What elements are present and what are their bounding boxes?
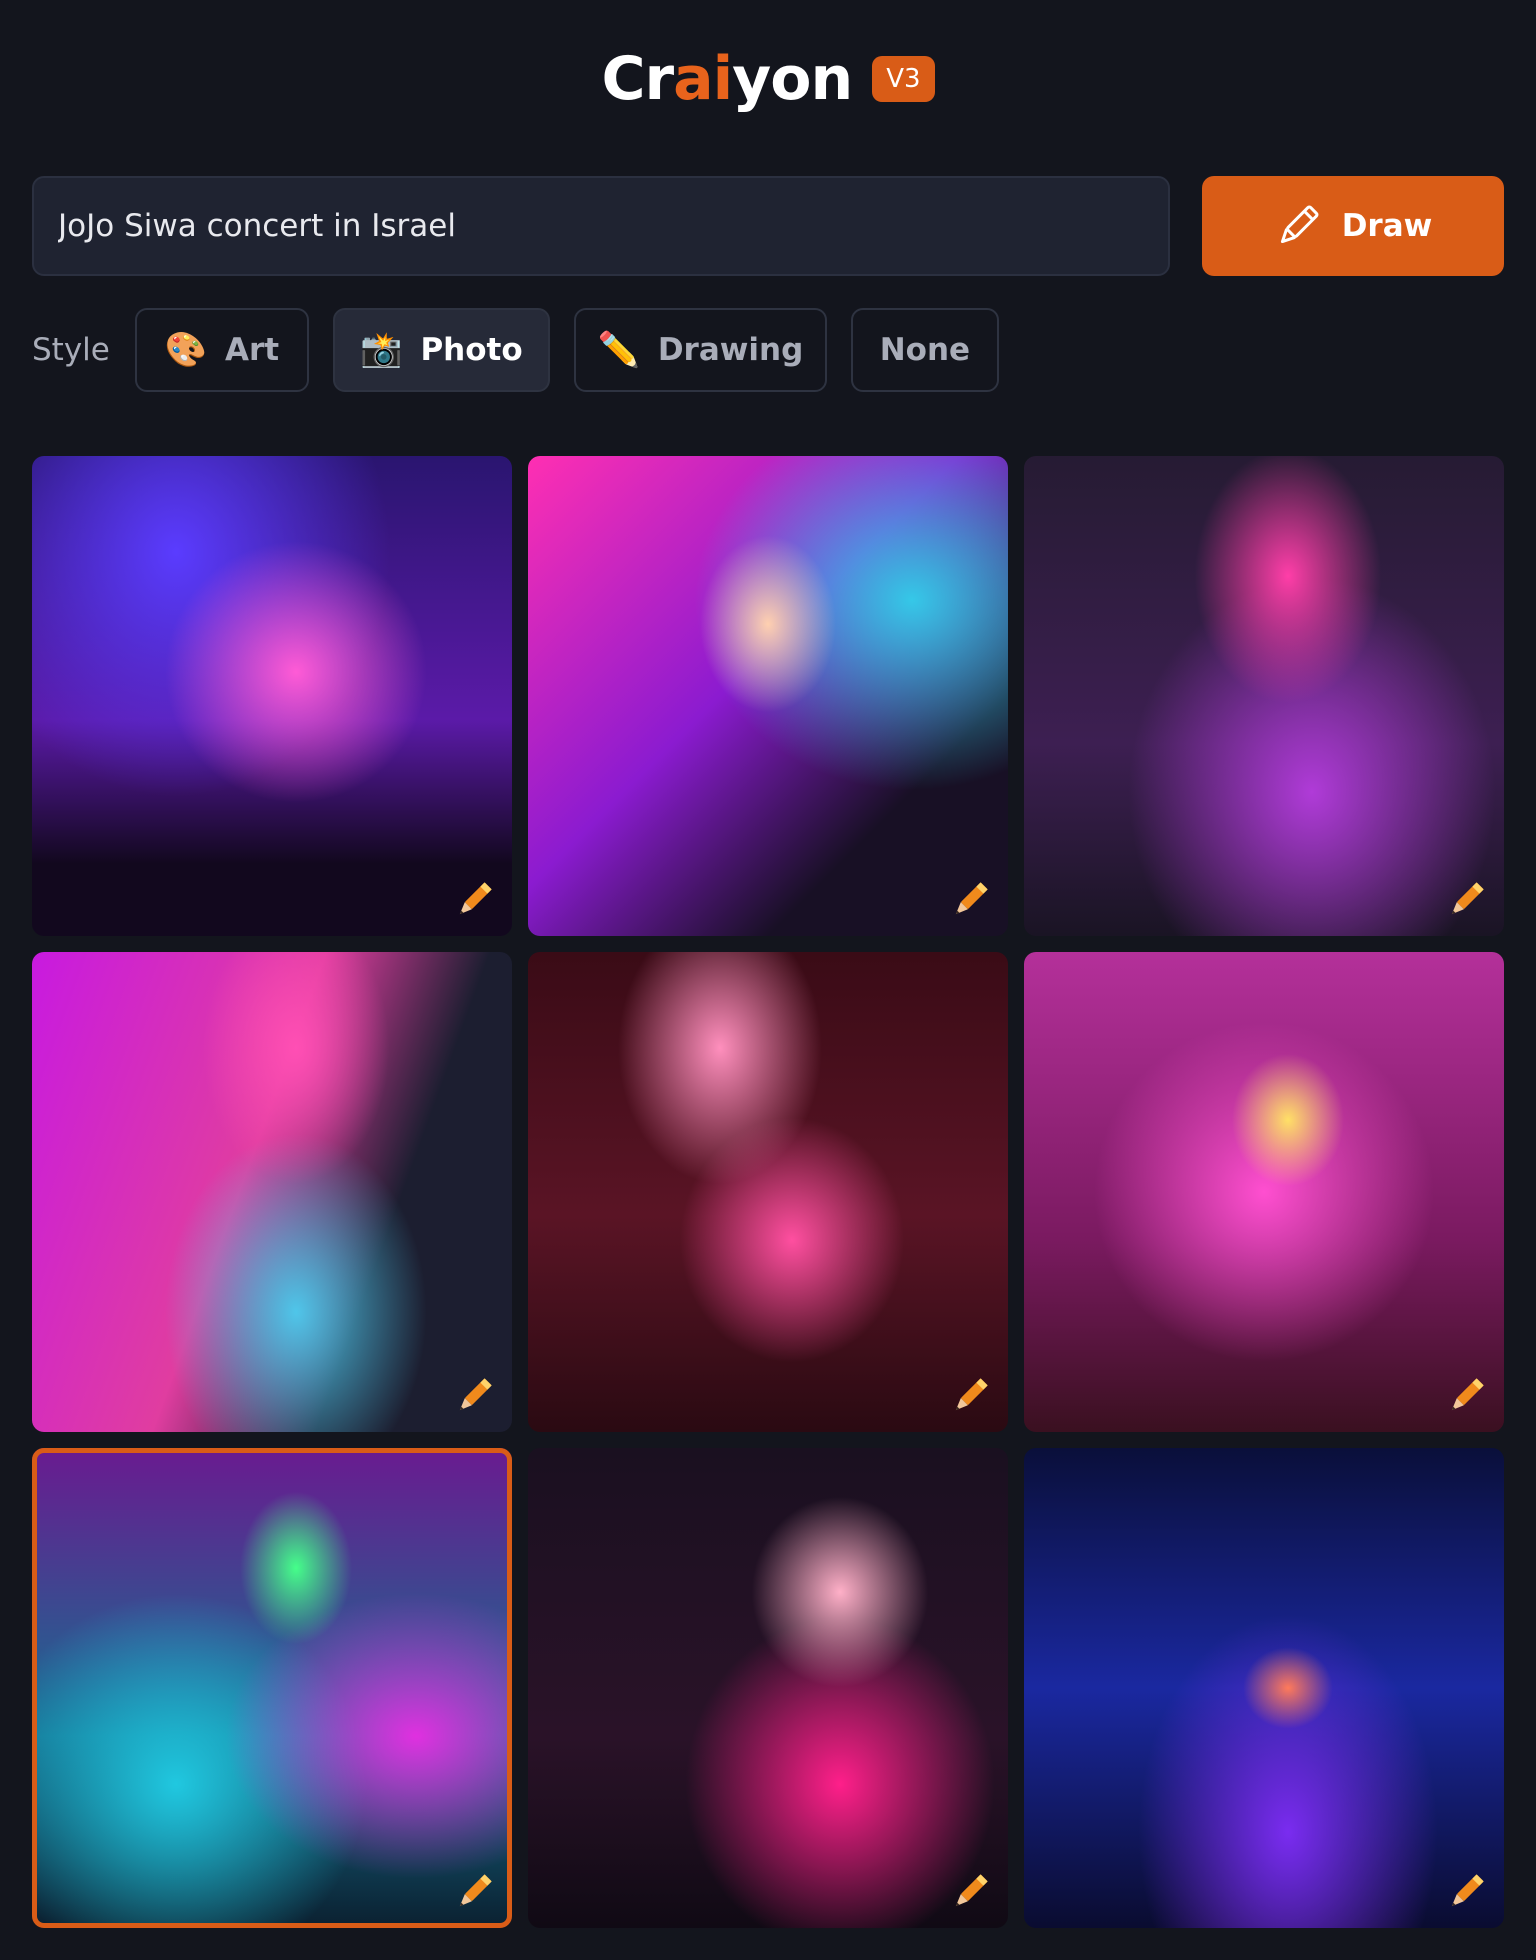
craiyon-logo[interactable]: Craiyon	[601, 44, 853, 114]
logo-suffix: yon	[732, 44, 853, 114]
result-image-1[interactable]	[32, 456, 512, 936]
camera-flash-icon: 📸	[360, 330, 403, 370]
logo-accent: ai	[673, 44, 733, 114]
style-drawing-label: Drawing	[657, 332, 804, 368]
edit-pencil-icon[interactable]	[946, 1372, 994, 1420]
edit-pencil-icon[interactable]	[450, 1372, 498, 1420]
edit-pencil-icon[interactable]	[1442, 876, 1490, 924]
style-art-button[interactable]: 🎨 Art	[134, 308, 309, 392]
pencil-icon	[1280, 205, 1319, 244]
logo-prefix: Cr	[601, 44, 674, 114]
edit-pencil-icon[interactable]	[946, 876, 994, 924]
version-badge: V3	[872, 56, 935, 102]
result-image-5[interactable]	[528, 952, 1008, 1432]
result-image-9[interactable]	[1024, 1448, 1504, 1928]
result-image-2[interactable]	[528, 456, 1008, 936]
edit-pencil-icon[interactable]	[1442, 1372, 1490, 1420]
result-image-7[interactable]	[32, 1448, 512, 1928]
style-label: Style	[32, 332, 110, 368]
edit-pencil-icon[interactable]	[450, 1868, 498, 1916]
style-drawing-button[interactable]: ✏️ Drawing	[573, 308, 827, 392]
result-image-4[interactable]	[32, 952, 512, 1432]
draw-label: Draw	[1341, 208, 1433, 244]
style-photo-label: Photo	[420, 332, 523, 368]
style-photo-button[interactable]: 📸 Photo	[332, 308, 550, 392]
app-header: Craiyon V3	[0, 44, 1536, 114]
style-art-label: Art	[224, 332, 280, 368]
edit-pencil-icon[interactable]	[450, 876, 498, 924]
pencil-emoji-icon: ✏️	[597, 330, 640, 370]
result-image-6[interactable]	[1024, 952, 1504, 1432]
style-selector: Style 🎨 Art 📸 Photo ✏️ Drawing None	[32, 308, 999, 392]
style-none-button[interactable]: None	[850, 308, 999, 392]
prompt-input[interactable]	[32, 176, 1170, 276]
draw-button[interactable]: Draw	[1202, 176, 1504, 276]
result-image-8[interactable]	[528, 1448, 1008, 1928]
results-grid	[32, 456, 1504, 1928]
edit-pencil-icon[interactable]	[1442, 1868, 1490, 1916]
prompt-row: Draw	[32, 176, 1504, 276]
edit-pencil-icon[interactable]	[946, 1868, 994, 1916]
result-image-3[interactable]	[1024, 456, 1504, 936]
style-none-label: None	[879, 332, 971, 368]
palette-icon: 🎨	[164, 330, 207, 370]
